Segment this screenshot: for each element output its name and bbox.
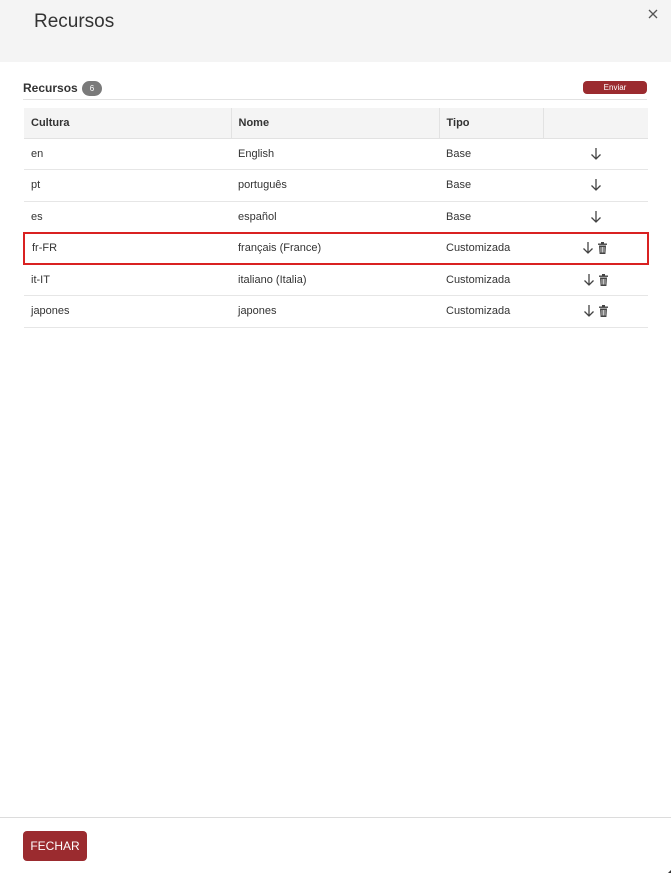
cell-cultura: fr-FR <box>23 231 231 265</box>
cell-nome: English <box>231 138 439 170</box>
cell-nome: japones <box>231 295 439 328</box>
cell-cultura: en <box>24 138 231 170</box>
column-header-cultura[interactable]: Cultura <box>24 108 232 139</box>
download-icon[interactable] <box>583 273 595 287</box>
table-row[interactable]: it-IT italiano (Italia) Customizada <box>24 264 648 296</box>
cell-nome: português <box>231 169 439 202</box>
download-icon[interactable] <box>590 147 602 161</box>
section-title: Recursos <box>23 81 78 95</box>
cell-tipo: Base <box>439 138 543 170</box>
cell-nome: italiano (Italia) <box>231 264 439 296</box>
modal-title: Recursos <box>34 11 115 32</box>
table-row[interactable]: es español Base <box>24 201 648 233</box>
cell-tipo: Customizada <box>439 231 543 265</box>
cell-actions <box>543 264 648 296</box>
trash-icon[interactable] <box>598 305 609 318</box>
count-badge: 6 <box>82 81 102 96</box>
send-button[interactable]: Enviar <box>583 81 647 94</box>
cell-cultura: es <box>24 201 231 233</box>
cell-actions <box>543 201 648 233</box>
cell-tipo: Base <box>439 169 543 202</box>
modal-footer: FECHAR <box>0 817 671 873</box>
table-row[interactable]: en English Base <box>24 138 648 170</box>
trash-icon[interactable] <box>597 242 608 255</box>
cell-tipo: Customizada <box>439 264 543 296</box>
download-icon[interactable] <box>590 210 602 224</box>
table-row[interactable]: pt português Base <box>24 169 648 202</box>
download-icon[interactable] <box>583 304 595 318</box>
cell-tipo: Base <box>439 201 543 233</box>
cell-tipo: Customizada <box>439 295 543 328</box>
cell-actions <box>543 169 648 202</box>
column-header-actions <box>543 108 648 139</box>
download-icon[interactable] <box>590 178 602 192</box>
resize-grip-icon[interactable] <box>663 865 671 873</box>
trash-icon[interactable] <box>598 274 609 286</box>
table-header-row: Cultura Nome Tipo <box>24 108 648 139</box>
cell-nome: español <box>231 201 439 233</box>
cell-cultura: it-IT <box>24 264 231 296</box>
cell-actions <box>543 231 649 265</box>
cell-cultura: japones <box>24 295 231 328</box>
resources-table: Cultura Nome Tipo en English Base pt portugu… <box>23 108 649 328</box>
close-icon[interactable] <box>645 6 661 22</box>
cell-cultura: pt <box>24 169 231 202</box>
cell-actions <box>543 295 648 328</box>
column-header-nome[interactable]: Nome <box>231 108 440 139</box>
table-row[interactable]: fr-FR français (France) Customizada <box>23 231 649 265</box>
modal-header: Recursos <box>0 0 671 62</box>
table-row[interactable]: japones japones Customizada <box>24 295 648 328</box>
cell-nome: français (France) <box>231 231 439 265</box>
close-button[interactable]: FECHAR <box>23 831 87 861</box>
cell-actions <box>543 138 648 170</box>
section-header: Recursos 6 Enviar <box>23 80 647 100</box>
column-header-tipo[interactable]: Tipo <box>439 108 544 139</box>
download-icon[interactable] <box>582 241 594 255</box>
